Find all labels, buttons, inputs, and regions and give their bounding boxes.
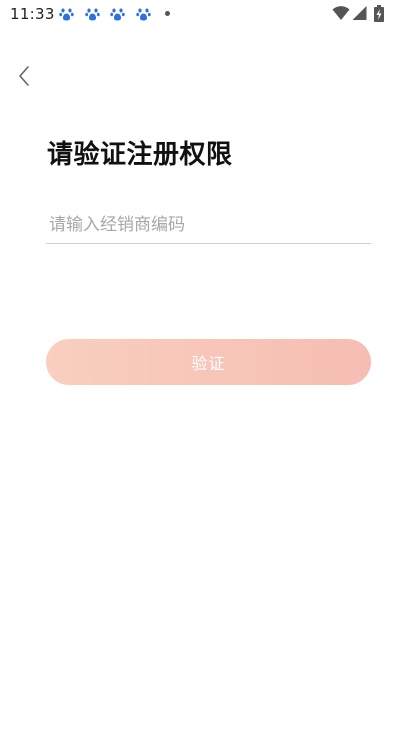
dealer-code-input[interactable] <box>46 206 371 244</box>
cellular-signal-icon <box>352 5 367 21</box>
baidu-paw-icon <box>59 7 74 22</box>
more-notifications-dot-icon <box>165 11 170 16</box>
page-title: 请验证注册权限 <box>47 140 233 170</box>
status-time: 11:33 <box>10 5 55 23</box>
chevron-left-icon <box>17 65 31 91</box>
battery-charging-icon <box>374 5 384 22</box>
status-bar: 11:33 <box>0 0 417 30</box>
back-button[interactable] <box>10 64 38 92</box>
dealer-verification-screen: 11:33 请验证注册权限 验证 <box>0 0 417 741</box>
baidu-paw-icon <box>110 7 125 22</box>
verify-button[interactable]: 验证 <box>46 339 371 385</box>
baidu-paw-icon <box>85 7 100 22</box>
wifi-icon <box>332 5 350 21</box>
baidu-paw-icon <box>136 7 151 22</box>
